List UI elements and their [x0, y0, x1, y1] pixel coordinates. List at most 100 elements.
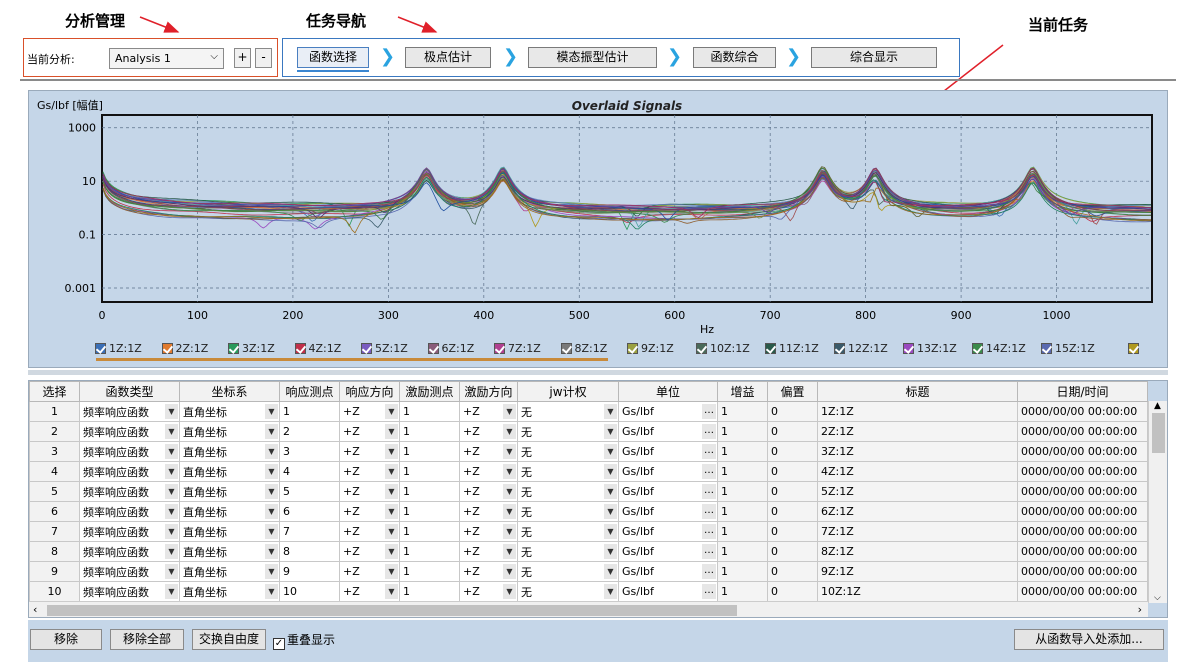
legend-item[interactable]: 4Z:1Z: [294, 342, 341, 355]
table-cell[interactable]: 2Z:1Z: [817, 421, 1018, 442]
dropdown-arrow-icon[interactable]: ▼: [604, 424, 617, 439]
scroll-up-icon[interactable]: ▲: [1154, 401, 1161, 411]
remove-button[interactable]: 移除: [30, 629, 102, 650]
legend-item-overflow[interactable]: [1128, 342, 1142, 355]
table-cell[interactable]: 0: [767, 521, 818, 542]
table-cell[interactable]: 无 ▼: [517, 521, 619, 542]
checkbox-icon[interactable]: [228, 343, 239, 354]
remove-analysis-button[interactable]: -: [255, 48, 272, 68]
dropdown-arrow-icon[interactable]: ▼: [165, 544, 178, 559]
table-row[interactable]: 7 频率响应函数 ▼ 直角坐标 ▼ 7 +Z ▼ 1 +Z ▼ 无 ▼ Gs/lbf… 1 0 7Z:1Z 000…: [29, 521, 1148, 542]
dropdown-arrow-icon[interactable]: ▼: [503, 524, 516, 539]
remove-all-button[interactable]: 移除全部: [110, 629, 184, 650]
table-cell[interactable]: 3: [29, 441, 80, 462]
table-row[interactable]: 5 频率响应函数 ▼ 直角坐标 ▼ 5 +Z ▼ 1 +Z ▼ 无 ▼ Gs/lbf… 1 0 5Z:1Z 000…: [29, 481, 1148, 502]
table-cell[interactable]: 7Z:1Z: [817, 521, 1018, 542]
ellipsis-button-icon[interactable]: …: [702, 464, 716, 479]
dropdown-arrow-icon[interactable]: ▼: [165, 484, 178, 499]
table-cell[interactable]: Gs/lbf…: [618, 501, 718, 522]
legend-item[interactable]: 1Z:1Z: [95, 342, 142, 355]
table-cell[interactable]: 0000/00/00 00:00:00: [1017, 421, 1148, 442]
table-cell[interactable]: 0: [767, 401, 818, 422]
table-cell[interactable]: +Z ▼: [339, 421, 400, 442]
table-cell[interactable]: 1: [399, 441, 460, 462]
table-cell[interactable]: 1: [717, 461, 768, 482]
table-cell[interactable]: 1: [717, 401, 768, 422]
table-cell[interactable]: 无 ▼: [517, 501, 619, 522]
table-cell[interactable]: 频率响应函数 ▼: [79, 481, 180, 502]
table-cell[interactable]: 10Z:1Z: [817, 581, 1018, 602]
table-cell[interactable]: 直角坐标 ▼: [179, 561, 280, 582]
step-mode-shape-estimation[interactable]: 模态振型估计: [528, 47, 657, 68]
table-cell[interactable]: 直角坐标 ▼: [179, 401, 280, 422]
table-cell[interactable]: 直角坐标 ▼: [179, 521, 280, 542]
table-cell[interactable]: 4: [279, 461, 340, 482]
checkbox-icon[interactable]: [903, 343, 914, 354]
table-cell[interactable]: 8Z:1Z: [817, 541, 1018, 562]
table-cell[interactable]: 9: [29, 561, 80, 582]
table-row[interactable]: 8 频率响应函数 ▼ 直角坐标 ▼ 8 +Z ▼ 1 +Z ▼ 无 ▼ Gs/lbf… 1 0 8Z:1Z 000…: [29, 541, 1148, 562]
dropdown-arrow-icon[interactable]: ▼: [604, 484, 617, 499]
table-row[interactable]: 6 频率响应函数 ▼ 直角坐标 ▼ 6 +Z ▼ 1 +Z ▼ 无 ▼ Gs/lbf… 1 0 6Z:1Z 000…: [29, 501, 1148, 522]
checkbox-icon[interactable]: [765, 343, 776, 354]
table-cell[interactable]: 7: [29, 521, 80, 542]
column-header[interactable]: jw计权: [517, 381, 619, 402]
checkbox-icon[interactable]: [1041, 343, 1052, 354]
table-cell[interactable]: 0: [767, 421, 818, 442]
table-cell[interactable]: 频率响应函数 ▼: [79, 521, 180, 542]
dropdown-arrow-icon[interactable]: ▼: [165, 404, 178, 419]
dropdown-arrow-icon[interactable]: ▼: [165, 584, 178, 599]
table-cell[interactable]: +Z ▼: [459, 501, 518, 522]
table-cell[interactable]: 1: [717, 441, 768, 462]
table-cell[interactable]: Gs/lbf…: [618, 461, 718, 482]
table-cell[interactable]: 1: [399, 521, 460, 542]
table-cell[interactable]: 4Z:1Z: [817, 461, 1018, 482]
dropdown-arrow-icon[interactable]: ▼: [165, 564, 178, 579]
table-cell[interactable]: 0: [767, 541, 818, 562]
table-cell[interactable]: +Z ▼: [339, 401, 400, 422]
table-cell[interactable]: 0000/00/00 00:00:00: [1017, 461, 1148, 482]
dropdown-arrow-icon[interactable]: ▼: [385, 424, 398, 439]
table-cell[interactable]: 5: [279, 481, 340, 502]
table-cell[interactable]: +Z ▼: [459, 561, 518, 582]
table-cell[interactable]: 频率响应函数 ▼: [79, 421, 180, 442]
legend-item[interactable]: 6Z:1Z: [427, 342, 474, 355]
legend-item[interactable]: 14Z:1Z: [972, 342, 1026, 355]
table-cell[interactable]: Gs/lbf…: [618, 421, 718, 442]
table-cell[interactable]: +Z ▼: [459, 481, 518, 502]
table-cell[interactable]: 直角坐标 ▼: [179, 441, 280, 462]
dropdown-arrow-icon[interactable]: ▼: [265, 464, 278, 479]
step-function-synthesis[interactable]: 函数综合: [693, 47, 776, 68]
table-cell[interactable]: +Z ▼: [339, 521, 400, 542]
table-cell[interactable]: 1: [279, 401, 340, 422]
table-cell[interactable]: +Z ▼: [339, 481, 400, 502]
dropdown-arrow-icon[interactable]: ▼: [503, 484, 516, 499]
dropdown-arrow-icon[interactable]: ▼: [165, 464, 178, 479]
splitter[interactable]: [28, 370, 1168, 375]
ellipsis-button-icon[interactable]: …: [702, 584, 716, 599]
table-cell[interactable]: Gs/lbf…: [618, 581, 718, 602]
table-cell[interactable]: 无 ▼: [517, 581, 619, 602]
checkbox-icon[interactable]: [427, 343, 439, 354]
table-cell[interactable]: 1: [717, 421, 768, 442]
horizontal-scrollbar[interactable]: ‹ ›: [29, 601, 1148, 617]
analysis-select[interactable]: Analysis 1 ⌵: [109, 48, 224, 69]
table-cell[interactable]: 直角坐标 ▼: [179, 581, 280, 602]
legend-item[interactable]: 12Z:1Z: [834, 342, 888, 355]
legend-item[interactable]: 15Z:1Z: [1041, 342, 1095, 355]
dropdown-arrow-icon[interactable]: ▼: [604, 524, 617, 539]
table-cell[interactable]: 1: [399, 421, 460, 442]
table-cell[interactable]: +Z ▼: [339, 561, 400, 582]
dropdown-arrow-icon[interactable]: ▼: [265, 564, 278, 579]
table-cell[interactable]: 5: [29, 481, 80, 502]
legend-item[interactable]: 11Z:1Z: [765, 342, 819, 355]
dropdown-arrow-icon[interactable]: ▼: [265, 584, 278, 599]
frf-chart[interactable]: 1000 10 0.1 0.001 0 100 200 300 400 500 600 700 800 9…: [29, 91, 1169, 369]
checkbox-icon[interactable]: [834, 343, 845, 354]
table-cell[interactable]: 频率响应函数 ▼: [79, 581, 180, 602]
table-cell[interactable]: 0: [767, 581, 818, 602]
table-cell[interactable]: 6Z:1Z: [817, 501, 1018, 522]
dropdown-arrow-icon[interactable]: ▼: [165, 504, 178, 519]
column-header[interactable]: 函数类型: [79, 381, 180, 402]
table-cell[interactable]: 频率响应函数 ▼: [79, 541, 180, 562]
